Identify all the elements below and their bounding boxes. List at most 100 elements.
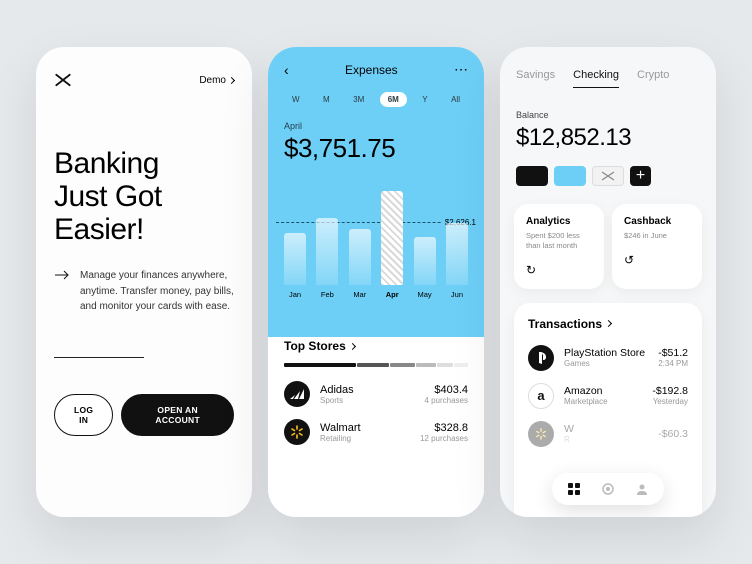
walmart-icon <box>528 421 554 447</box>
analytics-title: Analytics <box>526 216 592 227</box>
store-name: Walmart <box>320 422 410 434</box>
top-stores-sheet: Top Stores AdidasSports $403.44 purchase… <box>268 323 484 517</box>
x-axis-labels: Jan Feb Mar Apr May Jun <box>284 290 468 299</box>
range-y[interactable]: Y <box>414 92 435 107</box>
dock-home-icon[interactable] <box>566 481 582 497</box>
bar-apr[interactable] <box>381 191 403 285</box>
header: Demo <box>54 71 234 89</box>
store-amount: $328.8 <box>420 422 468 434</box>
playstation-icon <box>528 345 554 371</box>
page-title: Expenses <box>345 63 398 77</box>
xlabel: May <box>414 290 436 299</box>
cards-row: + <box>514 166 702 186</box>
demo-link[interactable]: Demo <box>199 75 234 86</box>
xlabel: Feb <box>316 290 338 299</box>
bar-jan[interactable] <box>284 233 306 285</box>
chart-area: ‹ Expenses ⋯ W M 3M 6M Y All April $3,75… <box>268 47 484 337</box>
card-2[interactable] <box>554 166 586 186</box>
add-card-button[interactable]: + <box>630 166 651 186</box>
arrow-right-icon <box>54 270 70 280</box>
store-row[interactable]: WalmartRetailing $328.812 purchases <box>284 419 468 445</box>
amount-value: $3,751.75 <box>268 133 484 164</box>
transaction-row[interactable]: WR -$60.3 <box>528 421 688 447</box>
store-row[interactable]: AdidasSports $403.44 purchases <box>284 381 468 407</box>
walmart-icon <box>284 419 310 445</box>
range-3m[interactable]: 3M <box>345 92 372 107</box>
card-1[interactable] <box>516 166 548 186</box>
txn-category: Marketplace <box>564 397 642 406</box>
txn-amount: -$51.2 <box>658 347 688 359</box>
login-button[interactable]: LOG IN <box>54 394 113 436</box>
bottom-dock <box>552 473 664 505</box>
balance-label: Balance <box>514 110 702 120</box>
cashback-title: Cashback <box>624 216 690 227</box>
xlabel: Jan <box>284 290 306 299</box>
transactions-title[interactable]: Transactions <box>528 317 688 331</box>
onboarding-screen: Demo Banking Just Got Easier! Manage you… <box>36 47 252 517</box>
chevron-right-icon <box>228 76 235 83</box>
cashback-card[interactable]: Cashback $246 in June ↺ <box>612 204 702 289</box>
chevron-right-icon <box>349 342 356 349</box>
bars-row <box>284 191 468 285</box>
dock-circle-icon[interactable] <box>600 481 616 497</box>
transaction-row[interactable]: PlayStation StoreGames -$51.22:34 PM <box>528 345 688 371</box>
more-button[interactable]: ⋯ <box>454 61 468 78</box>
txn-amount: -$60.3 <box>658 428 688 440</box>
tab-savings[interactable]: Savings <box>516 69 555 88</box>
store-name: Adidas <box>320 384 414 396</box>
store-count: 4 purchases <box>424 396 468 405</box>
logo-icon <box>599 170 617 182</box>
bar-chart: $2,626.1 Jan Feb Mar Apr May Jun <box>276 174 476 299</box>
store-amount: $403.4 <box>424 384 468 396</box>
store-count: 12 purchases <box>420 434 468 443</box>
hero-subtitle: Manage your finances anywhere, anytime. … <box>54 268 234 315</box>
txn-time: Yesterday <box>652 397 688 406</box>
range-6m[interactable]: 6M <box>380 92 407 107</box>
refresh-icon: ↻ <box>526 263 536 277</box>
month-label: April <box>268 121 484 131</box>
tab-checking[interactable]: Checking <box>573 69 619 88</box>
analytics-card[interactable]: Analytics Spent $200 less than last mont… <box>514 204 604 289</box>
header: ‹ Expenses ⋯ <box>268 61 484 78</box>
account-tabs: Savings Checking Crypto <box>514 69 702 88</box>
bar-mar[interactable] <box>349 229 371 285</box>
bar-feb[interactable] <box>316 218 338 285</box>
distribution-bar <box>284 363 468 367</box>
tab-crypto[interactable]: Crypto <box>637 69 669 88</box>
analytics-sub: Spent $200 less than last month <box>526 231 592 251</box>
txn-category: R <box>564 435 648 444</box>
store-category: Sports <box>320 396 414 405</box>
amazon-icon: a <box>528 383 554 409</box>
store-category: Retailing <box>320 434 410 443</box>
txn-name: PlayStation Store <box>564 347 648 359</box>
back-button[interactable]: ‹ <box>284 62 289 78</box>
hero-title: Banking Just Got Easier! <box>54 147 234 246</box>
card-3[interactable] <box>592 166 624 186</box>
open-account-button[interactable]: OPEN AN ACCOUNT <box>121 394 234 436</box>
app-logo <box>54 71 72 89</box>
dock-profile-icon[interactable] <box>634 481 650 497</box>
xlabel: Mar <box>349 290 371 299</box>
range-all[interactable]: All <box>443 92 468 107</box>
range-m[interactable]: M <box>315 92 338 107</box>
account-screen: Savings Checking Crypto Balance $12,852.… <box>500 47 716 517</box>
xlabel: Jun <box>446 290 468 299</box>
subtitle-text: Manage your finances anywhere, anytime. … <box>80 268 234 315</box>
txn-name: W <box>564 423 648 435</box>
txn-category: Games <box>564 359 648 368</box>
bar-may[interactable] <box>414 237 436 285</box>
txn-amount: -$192.8 <box>652 385 688 397</box>
txn-name: Amazon <box>564 385 642 397</box>
top-stores-title[interactable]: Top Stores <box>284 339 468 353</box>
cashback-sub: $246 in June <box>624 231 690 241</box>
mini-cards: Analytics Spent $200 less than last mont… <box>514 204 702 289</box>
expenses-screen: ‹ Expenses ⋯ W M 3M 6M Y All April $3,75… <box>268 47 484 517</box>
refresh-icon: ↺ <box>624 253 634 267</box>
divider <box>54 357 144 358</box>
transaction-row[interactable]: a AmazonMarketplace -$192.8Yesterday <box>528 383 688 409</box>
demo-label: Demo <box>199 75 226 86</box>
cta-row: LOG IN OPEN AN ACCOUNT <box>54 394 234 436</box>
bar-jun[interactable] <box>446 223 468 285</box>
chevron-right-icon <box>605 320 612 327</box>
range-w[interactable]: W <box>284 92 308 107</box>
